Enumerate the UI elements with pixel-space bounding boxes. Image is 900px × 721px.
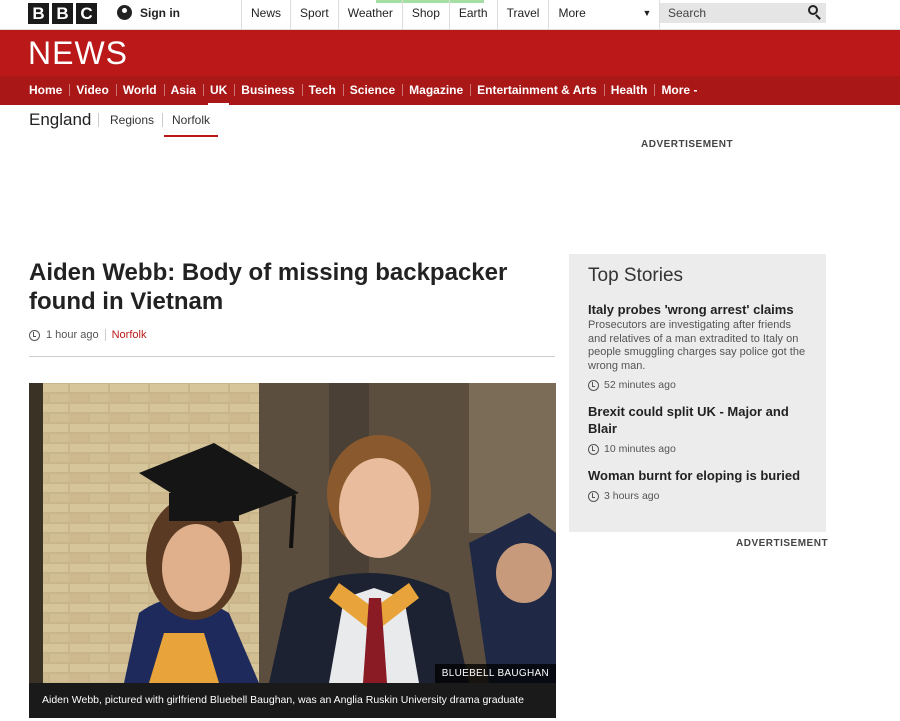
photo-caption: Aiden Webb, pictured with girlfriend Blu… bbox=[29, 683, 556, 718]
clock-icon bbox=[588, 490, 599, 502]
news-nav-tech[interactable]: Tech bbox=[301, 76, 343, 105]
photo-illustration bbox=[29, 383, 556, 683]
story-meta: 3 hours ago bbox=[588, 490, 807, 502]
global-nav-travel[interactable]: Travel bbox=[496, 0, 549, 29]
top-stories-panel: Top Stories Italy probes 'wrong arrest' … bbox=[569, 254, 826, 532]
story-title[interactable]: Italy probes 'wrong arrest' claims bbox=[588, 301, 807, 318]
news-nav-business[interactable]: Business bbox=[234, 76, 301, 105]
global-nav-more[interactable]: More ▼ bbox=[548, 0, 661, 29]
subnav-norfolk[interactable]: Norfolk bbox=[164, 113, 219, 137]
article-photo: BLUEBELL BAUGHAN bbox=[29, 383, 556, 683]
news-logo[interactable]: NEWS bbox=[28, 35, 128, 72]
clock-icon bbox=[588, 379, 599, 391]
search-icon[interactable] bbox=[808, 5, 818, 15]
global-nav-sport[interactable]: Sport bbox=[290, 0, 338, 29]
clock-icon bbox=[588, 443, 599, 455]
global-nav: News Sport Weather Shop Earth Travel Mor… bbox=[241, 0, 661, 29]
global-nav-earth[interactable]: Earth bbox=[448, 0, 497, 29]
news-nav-more[interactable]: More - bbox=[654, 76, 704, 105]
section-title[interactable]: England bbox=[29, 110, 91, 130]
article-meta: 1 hour ago Norfolk bbox=[29, 329, 146, 341]
story-title[interactable]: Woman burnt for eloping is buried bbox=[588, 467, 807, 484]
news-nav-uk[interactable]: UK bbox=[202, 76, 234, 105]
story-meta: 10 minutes ago bbox=[588, 443, 807, 455]
search-placeholder: Search bbox=[668, 6, 707, 20]
logo-letter: B bbox=[52, 3, 73, 24]
article-time: 1 hour ago bbox=[46, 329, 99, 341]
news-nav-science[interactable]: Science bbox=[342, 76, 402, 105]
sign-in-label: Sign in bbox=[140, 5, 180, 20]
news-nav-home[interactable]: Home bbox=[22, 76, 69, 105]
story-time: 3 hours ago bbox=[604, 490, 660, 502]
news-nav-world[interactable]: World bbox=[115, 76, 164, 105]
story-summary: Prosecutors are investigating after frie… bbox=[588, 319, 806, 372]
news-nav-asia[interactable]: Asia bbox=[163, 76, 203, 105]
advertisement-label: ADVERTISEMENT bbox=[641, 139, 734, 150]
subnav-regions[interactable]: Regions bbox=[110, 113, 154, 127]
divider bbox=[104, 329, 106, 341]
bbc-masthead: B B C Sign in News Sport Weather Shop Ea… bbox=[0, 0, 900, 30]
article-tag[interactable]: Norfolk bbox=[112, 329, 147, 341]
news-nav-magazine[interactable]: Magazine bbox=[402, 76, 470, 105]
news-banner: NEWS bbox=[0, 30, 900, 76]
divider bbox=[98, 113, 99, 127]
story-time: 52 minutes ago bbox=[604, 379, 676, 391]
story-item[interactable]: Woman burnt for eloping is buried 3 hour… bbox=[588, 467, 807, 502]
story-title[interactable]: Brexit could split UK - Major and Blair bbox=[588, 403, 807, 437]
article-headline: Aiden Webb: Body of missing backpacker f… bbox=[29, 259, 508, 315]
chevron-down-icon: ▼ bbox=[642, 8, 652, 18]
sign-in-link[interactable]: Sign in bbox=[117, 5, 180, 20]
logo-letter: C bbox=[76, 3, 97, 24]
clock-icon bbox=[29, 329, 40, 341]
advertisement-label: ADVERTISEMENT bbox=[736, 538, 829, 549]
section-subnav: England Regions Norfolk bbox=[0, 105, 900, 137]
global-nav-more-label: More bbox=[558, 6, 586, 20]
divider bbox=[162, 113, 163, 127]
user-icon bbox=[117, 5, 132, 20]
logo-letter: B bbox=[28, 3, 49, 24]
news-nav-health[interactable]: Health bbox=[603, 76, 655, 105]
global-nav-news[interactable]: News bbox=[241, 0, 290, 29]
divider bbox=[29, 356, 555, 357]
bbc-logo[interactable]: B B C bbox=[28, 3, 97, 24]
global-nav-shop[interactable]: Shop bbox=[401, 0, 449, 29]
story-time: 10 minutes ago bbox=[604, 443, 676, 455]
search-input[interactable]: Search bbox=[660, 3, 826, 23]
story-item[interactable]: Italy probes 'wrong arrest' claims Prose… bbox=[588, 301, 807, 391]
news-nav-video[interactable]: Video bbox=[69, 76, 115, 105]
story-meta: 52 minutes ago bbox=[588, 379, 807, 391]
photo-credit: BLUEBELL BAUGHAN bbox=[434, 664, 556, 683]
top-stories-title: Top Stories bbox=[588, 265, 684, 286]
news-nav-entertainment[interactable]: Entertainment & Arts bbox=[470, 76, 604, 105]
news-nav: Home Video World Asia UK Business Tech S… bbox=[0, 76, 900, 105]
global-nav-weather[interactable]: Weather bbox=[337, 0, 402, 29]
story-item[interactable]: Brexit could split UK - Major and Blair … bbox=[588, 403, 807, 455]
